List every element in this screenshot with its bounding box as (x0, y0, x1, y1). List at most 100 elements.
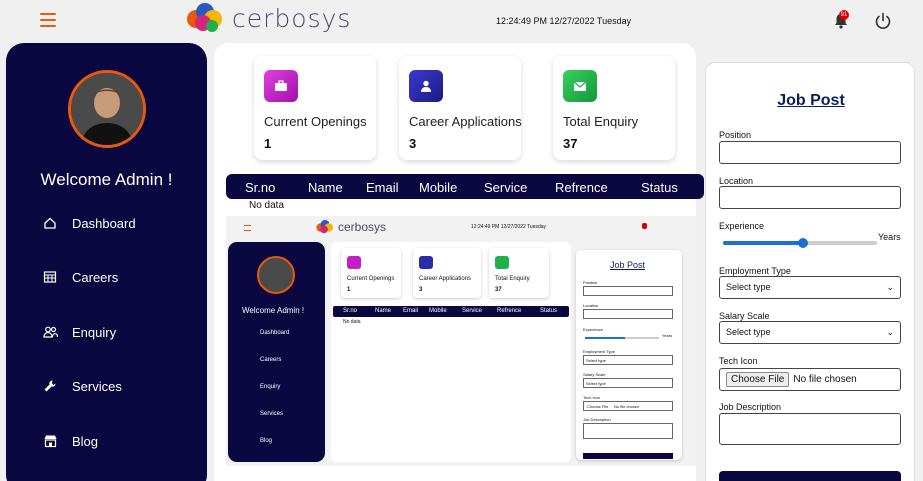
users-icon (42, 324, 58, 340)
location-input[interactable] (719, 186, 901, 209)
sidebar-item-careers[interactable]: Careers (42, 265, 118, 289)
mini-stat-value: 1 (347, 287, 351, 293)
mini-person-icon (419, 256, 433, 269)
mini-column-header: Status (540, 308, 558, 314)
mini-stat-label: Total Enquiry (495, 276, 530, 282)
sidebar-item-blog[interactable]: Blog (42, 429, 98, 453)
sidebar-item-label: Careers (72, 269, 119, 285)
stat-label: Career Applications (409, 114, 522, 129)
mini-nav-label: Dashboard (260, 330, 290, 336)
experience-slider[interactable] (723, 238, 877, 248)
mini-no-file: No file chosen (614, 404, 640, 409)
welcome-message: Welcome Admin ! (40, 170, 173, 189)
mini-avatar (257, 256, 295, 294)
choose-file-button[interactable]: Choose File (726, 372, 790, 387)
mail-icon (563, 70, 597, 102)
mini-column-header: Service (462, 308, 483, 314)
position-input[interactable] (719, 141, 901, 164)
slider-fill (723, 241, 804, 245)
mini-form-label: Position (583, 280, 598, 285)
person-icon (409, 70, 443, 102)
mini-form-label: Tech Icon (583, 395, 601, 400)
table-header: Sr.no Name Email Mobile Service Refrence… (226, 174, 704, 199)
tech-icon-label: Tech Icon (719, 356, 758, 366)
mini-choose-file: Choose File (587, 404, 609, 409)
mini-bell-icon (642, 223, 647, 229)
brand-logo[interactable]: cerbosys (184, 2, 351, 34)
mini-submit (583, 453, 673, 459)
mini-select-value: Select type (586, 358, 606, 363)
stat-card-applications[interactable]: Career Applications 3 (399, 56, 522, 160)
mini-form-label: Employment Type (583, 349, 615, 354)
chevron-down-icon: ⌄ (886, 282, 894, 292)
job-description-textarea[interactable] (719, 413, 901, 445)
main-content: Current Openings 1 Career Applications 3… (214, 43, 704, 481)
sidebar-item-label: Services (72, 378, 122, 394)
column-header[interactable]: Name (308, 180, 343, 195)
form-title: Job Post (777, 92, 845, 109)
hamburger-menu-icon[interactable] (40, 13, 56, 27)
mini-nav-label: Enquiry (260, 384, 281, 390)
mini-nav-label: Careers (260, 357, 282, 363)
job-post-form: Job Post Position Location Experience Ye… (705, 62, 915, 481)
mini-form-title: Job Post (610, 260, 646, 270)
sidebar-item-enquiry[interactable]: Enquiry (42, 320, 116, 344)
mini-stat-label: Career Applications (419, 276, 472, 282)
stat-value: 37 (563, 136, 578, 151)
sidebar-item-dashboard[interactable]: Dashboard (42, 211, 136, 235)
home-icon (42, 215, 58, 231)
mini-form-label: Job Description (583, 417, 611, 422)
mini-nav-label: Services (260, 411, 284, 417)
stat-label: Total Enquiry (563, 114, 639, 129)
briefcase-icon (264, 70, 298, 102)
mini-stat-card: Total Enquiry 37 (489, 248, 549, 298)
column-header[interactable]: Status (641, 180, 678, 195)
mini-input (583, 309, 673, 319)
mini-column-header: Refrence (497, 308, 522, 314)
mini-nodata: No data (343, 319, 361, 325)
column-header[interactable]: Mobile (419, 180, 457, 195)
column-header[interactable]: Email (366, 180, 399, 195)
mini-form-label: Location (583, 303, 599, 308)
sidebar-item-label: Enquiry (72, 324, 117, 340)
sidebar-item-label: Dashboard (72, 215, 136, 231)
mini-column-header: Mobile (429, 308, 447, 314)
experience-label: Experience (719, 221, 765, 231)
stat-label: Current Openings (264, 114, 367, 129)
employment-type-select[interactable]: Select type ⌄ (719, 276, 901, 299)
employment-type-label: Employment Type (719, 266, 791, 276)
sidebar: Welcome Admin ! Dashboard Careers Enquir… (6, 43, 207, 481)
calendar-icon (42, 269, 58, 285)
stat-card-enquiry[interactable]: Total Enquiry 37 (553, 56, 675, 160)
mini-form-label: Experience (583, 327, 604, 332)
mini-table-header: Sr.no Name Email Mobile Service Refrence… (333, 306, 569, 317)
power-icon[interactable] (874, 12, 892, 30)
mini-brand: cerbosys (338, 220, 387, 234)
mini-logo-icon (316, 219, 334, 234)
slider-handle[interactable] (798, 238, 809, 248)
column-header[interactable]: Refrence (555, 180, 608, 195)
notification-count-badge: 91 (839, 10, 849, 20)
notification-bell-icon[interactable]: 91 (834, 10, 849, 29)
salary-scale-select[interactable]: Select type ⌄ (719, 321, 901, 344)
mini-file: Choose File No file chosen (583, 401, 673, 411)
mini-stat-value: 37 (495, 287, 502, 293)
submit-button[interactable] (719, 471, 901, 481)
location-label: Location (719, 176, 754, 186)
stat-card-openings[interactable]: Current Openings 1 (254, 56, 376, 160)
tech-icon-file-input[interactable]: Choose File No file chosen (719, 368, 901, 391)
sidebar-item-services[interactable]: Services (42, 374, 122, 398)
mini-select: Select type (583, 355, 673, 365)
mini-select-value: Select type (586, 381, 606, 386)
brain-logo-icon (187, 3, 222, 32)
store-icon (42, 433, 58, 449)
column-header[interactable]: Sr.no (245, 180, 275, 195)
mini-form: Job Post Position Location Experience Ye… (576, 250, 682, 460)
mini-select: Select type (583, 378, 673, 388)
wrench-icon (42, 378, 58, 394)
brand-name: cerbosys (232, 3, 352, 33)
mini-slider (585, 337, 659, 339)
mini-hamburger-icon (244, 225, 251, 231)
column-header[interactable]: Service (484, 180, 527, 195)
job-description-label: Job Description (719, 402, 782, 412)
